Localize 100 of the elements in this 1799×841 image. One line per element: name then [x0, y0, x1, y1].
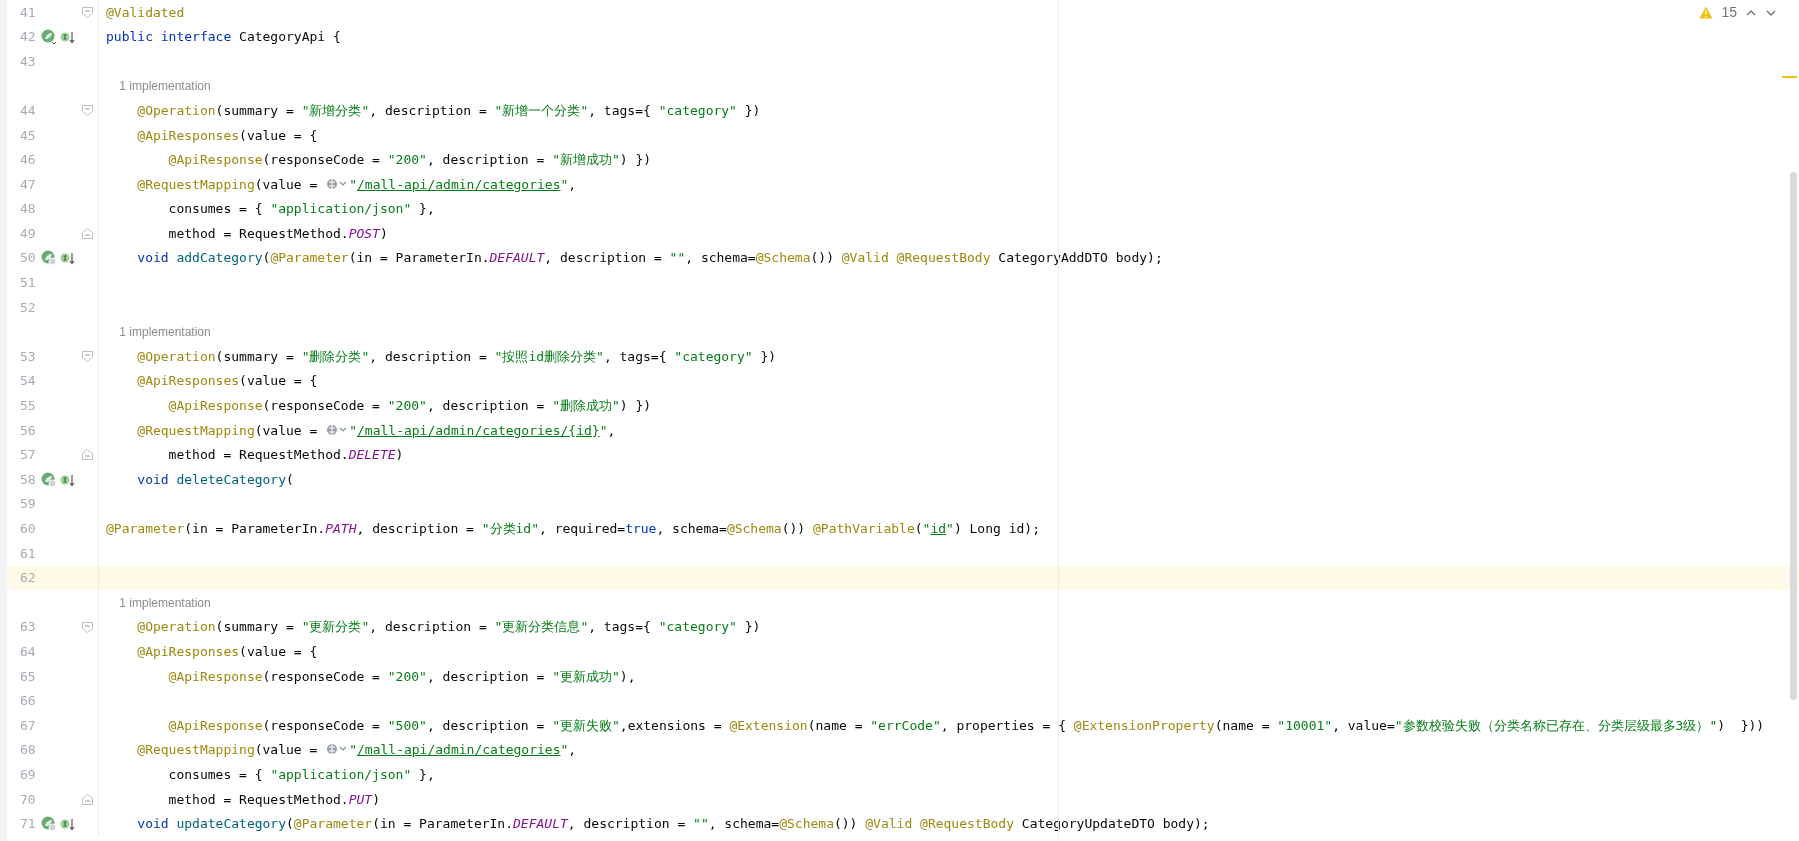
line-number: 68 — [19, 741, 37, 760]
line-number: 44 — [19, 101, 37, 120]
string-literal: "10001" — [1277, 717, 1333, 733]
keyword: void — [136, 250, 170, 266]
line-number: 62 — [19, 569, 37, 588]
code-text: , schema= — [685, 250, 756, 266]
code-text: (name = — [1214, 717, 1271, 733]
leaf-icon[interactable] — [40, 28, 57, 45]
line-number: 41 — [19, 3, 37, 22]
string-literal: "application/json" — [270, 201, 412, 217]
annotation: @Valid @RequestBody — [865, 816, 1014, 832]
enum-constant: DEFAULT — [513, 816, 568, 832]
implementation-arrow-icon[interactable] — [58, 250, 75, 267]
code-text: , required= — [539, 521, 626, 536]
string-literal: "200" — [387, 152, 427, 168]
method-name: deleteCategory — [176, 471, 287, 487]
line-number: 46 — [19, 151, 37, 170]
chevron-up-icon[interactable] — [1745, 8, 1757, 17]
leaf-globe-icon[interactable] — [40, 250, 57, 267]
url-link[interactable]: /mall-api/admin/categories — [357, 176, 561, 192]
fold-end-icon[interactable] — [82, 793, 94, 805]
code-text: (value = { — [239, 644, 318, 659]
line-number: 57 — [19, 446, 37, 465]
annotation: @ApiResponse — [167, 717, 263, 733]
string-literal: "application/json" — [270, 766, 412, 782]
annotation: @ApiResponse — [167, 152, 263, 168]
annotation: @Operation — [136, 102, 216, 118]
line-number: 45 — [19, 126, 37, 145]
method-name: updateCategory — [176, 816, 287, 832]
leaf-globe-icon[interactable] — [40, 815, 57, 832]
code-hint[interactable]: 1 implementation — [106, 77, 211, 96]
code-text: (value = — [254, 742, 319, 758]
code-text: (responseCode = — [262, 717, 381, 733]
line-number: 69 — [19, 765, 37, 784]
keyword: true — [625, 521, 657, 536]
url-link[interactable]: /mall-api/admin/categories — [357, 742, 561, 758]
fold-end-icon[interactable] — [82, 228, 94, 240]
line-number: 54 — [19, 372, 37, 391]
line-number: 71 — [19, 815, 37, 834]
globe-icon[interactable] — [326, 743, 349, 756]
code-text: , — [568, 176, 577, 192]
annotation: @Operation — [136, 348, 216, 364]
code-text: (responseCode = — [262, 668, 381, 684]
enum-constant: POST — [348, 225, 380, 241]
warning-icon[interactable] — [1699, 6, 1714, 19]
code-text: ), — [619, 668, 636, 684]
code-text: , schema= — [708, 816, 780, 832]
fold-collapse-icon[interactable] — [82, 621, 94, 633]
annotation: @ApiResponse — [167, 668, 263, 684]
keyword: void — [136, 816, 170, 832]
code-text: , tags={ — [588, 619, 652, 635]
code-text: }, — [418, 201, 435, 217]
code-text: , description = — [544, 250, 663, 266]
line-number: 56 — [19, 421, 37, 440]
url-link[interactable]: /mall-api/admin/categories/{id} — [357, 422, 600, 438]
code-text: , value= — [1332, 717, 1395, 733]
string-literal: "" — [693, 816, 709, 832]
fold-end-icon[interactable] — [82, 449, 94, 461]
leaf-globe-icon[interactable] — [40, 471, 57, 488]
line-number: 67 — [19, 716, 37, 735]
globe-icon[interactable] — [326, 177, 349, 190]
line-number: 47 — [19, 175, 37, 194]
annotation: @Schema — [755, 250, 811, 266]
code-text: , properties = { — [940, 717, 1067, 733]
code-text: }) — [743, 619, 761, 635]
chevron-down-icon[interactable] — [1765, 8, 1777, 17]
code-text: , tags={ — [603, 348, 668, 364]
code-text: , description = — [426, 717, 546, 733]
line-number: 60 — [19, 520, 37, 538]
code-text: (summary = — [215, 348, 295, 364]
code-hint[interactable]: 1 implementation — [106, 323, 211, 341]
fold-collapse-icon[interactable] — [82, 6, 94, 18]
string-literal: " — [922, 521, 931, 536]
code-text: (responseCode = — [262, 152, 381, 168]
globe-icon[interactable] — [326, 423, 349, 436]
string-literal: " — [599, 422, 608, 438]
code-hint[interactable]: 1 implementation — [106, 593, 211, 612]
string-literal: "新增成功" — [552, 152, 620, 168]
code-text: , description = — [426, 152, 546, 168]
string-literal: "500" — [387, 717, 427, 733]
string-literal: "category" — [674, 348, 753, 364]
string-literal: " — [946, 521, 954, 536]
line-number: 59 — [19, 495, 37, 514]
line-number: 64 — [19, 643, 37, 661]
code-text: ( — [262, 250, 271, 266]
annotation: @RequestMapping — [136, 176, 255, 192]
annotation: @RequestMapping — [136, 742, 255, 758]
annotation: @Valid @RequestBody — [841, 250, 991, 266]
code-text: ()) — [833, 816, 859, 832]
fold-collapse-icon[interactable] — [82, 351, 94, 363]
code-text: method = RequestMethod. — [167, 225, 349, 241]
fold-collapse-icon[interactable] — [82, 105, 94, 117]
string-literal: "200" — [387, 398, 427, 414]
scrollbar-thumb[interactable] — [1790, 172, 1797, 700]
annotation: @Schema — [779, 816, 834, 832]
url-link[interactable]: id — [930, 521, 947, 536]
annotation: @ApiResponses — [136, 373, 240, 389]
warning-count[interactable]: 15 — [1721, 2, 1737, 23]
code-text: (summary = — [215, 102, 295, 118]
line-number: 63 — [19, 618, 37, 637]
